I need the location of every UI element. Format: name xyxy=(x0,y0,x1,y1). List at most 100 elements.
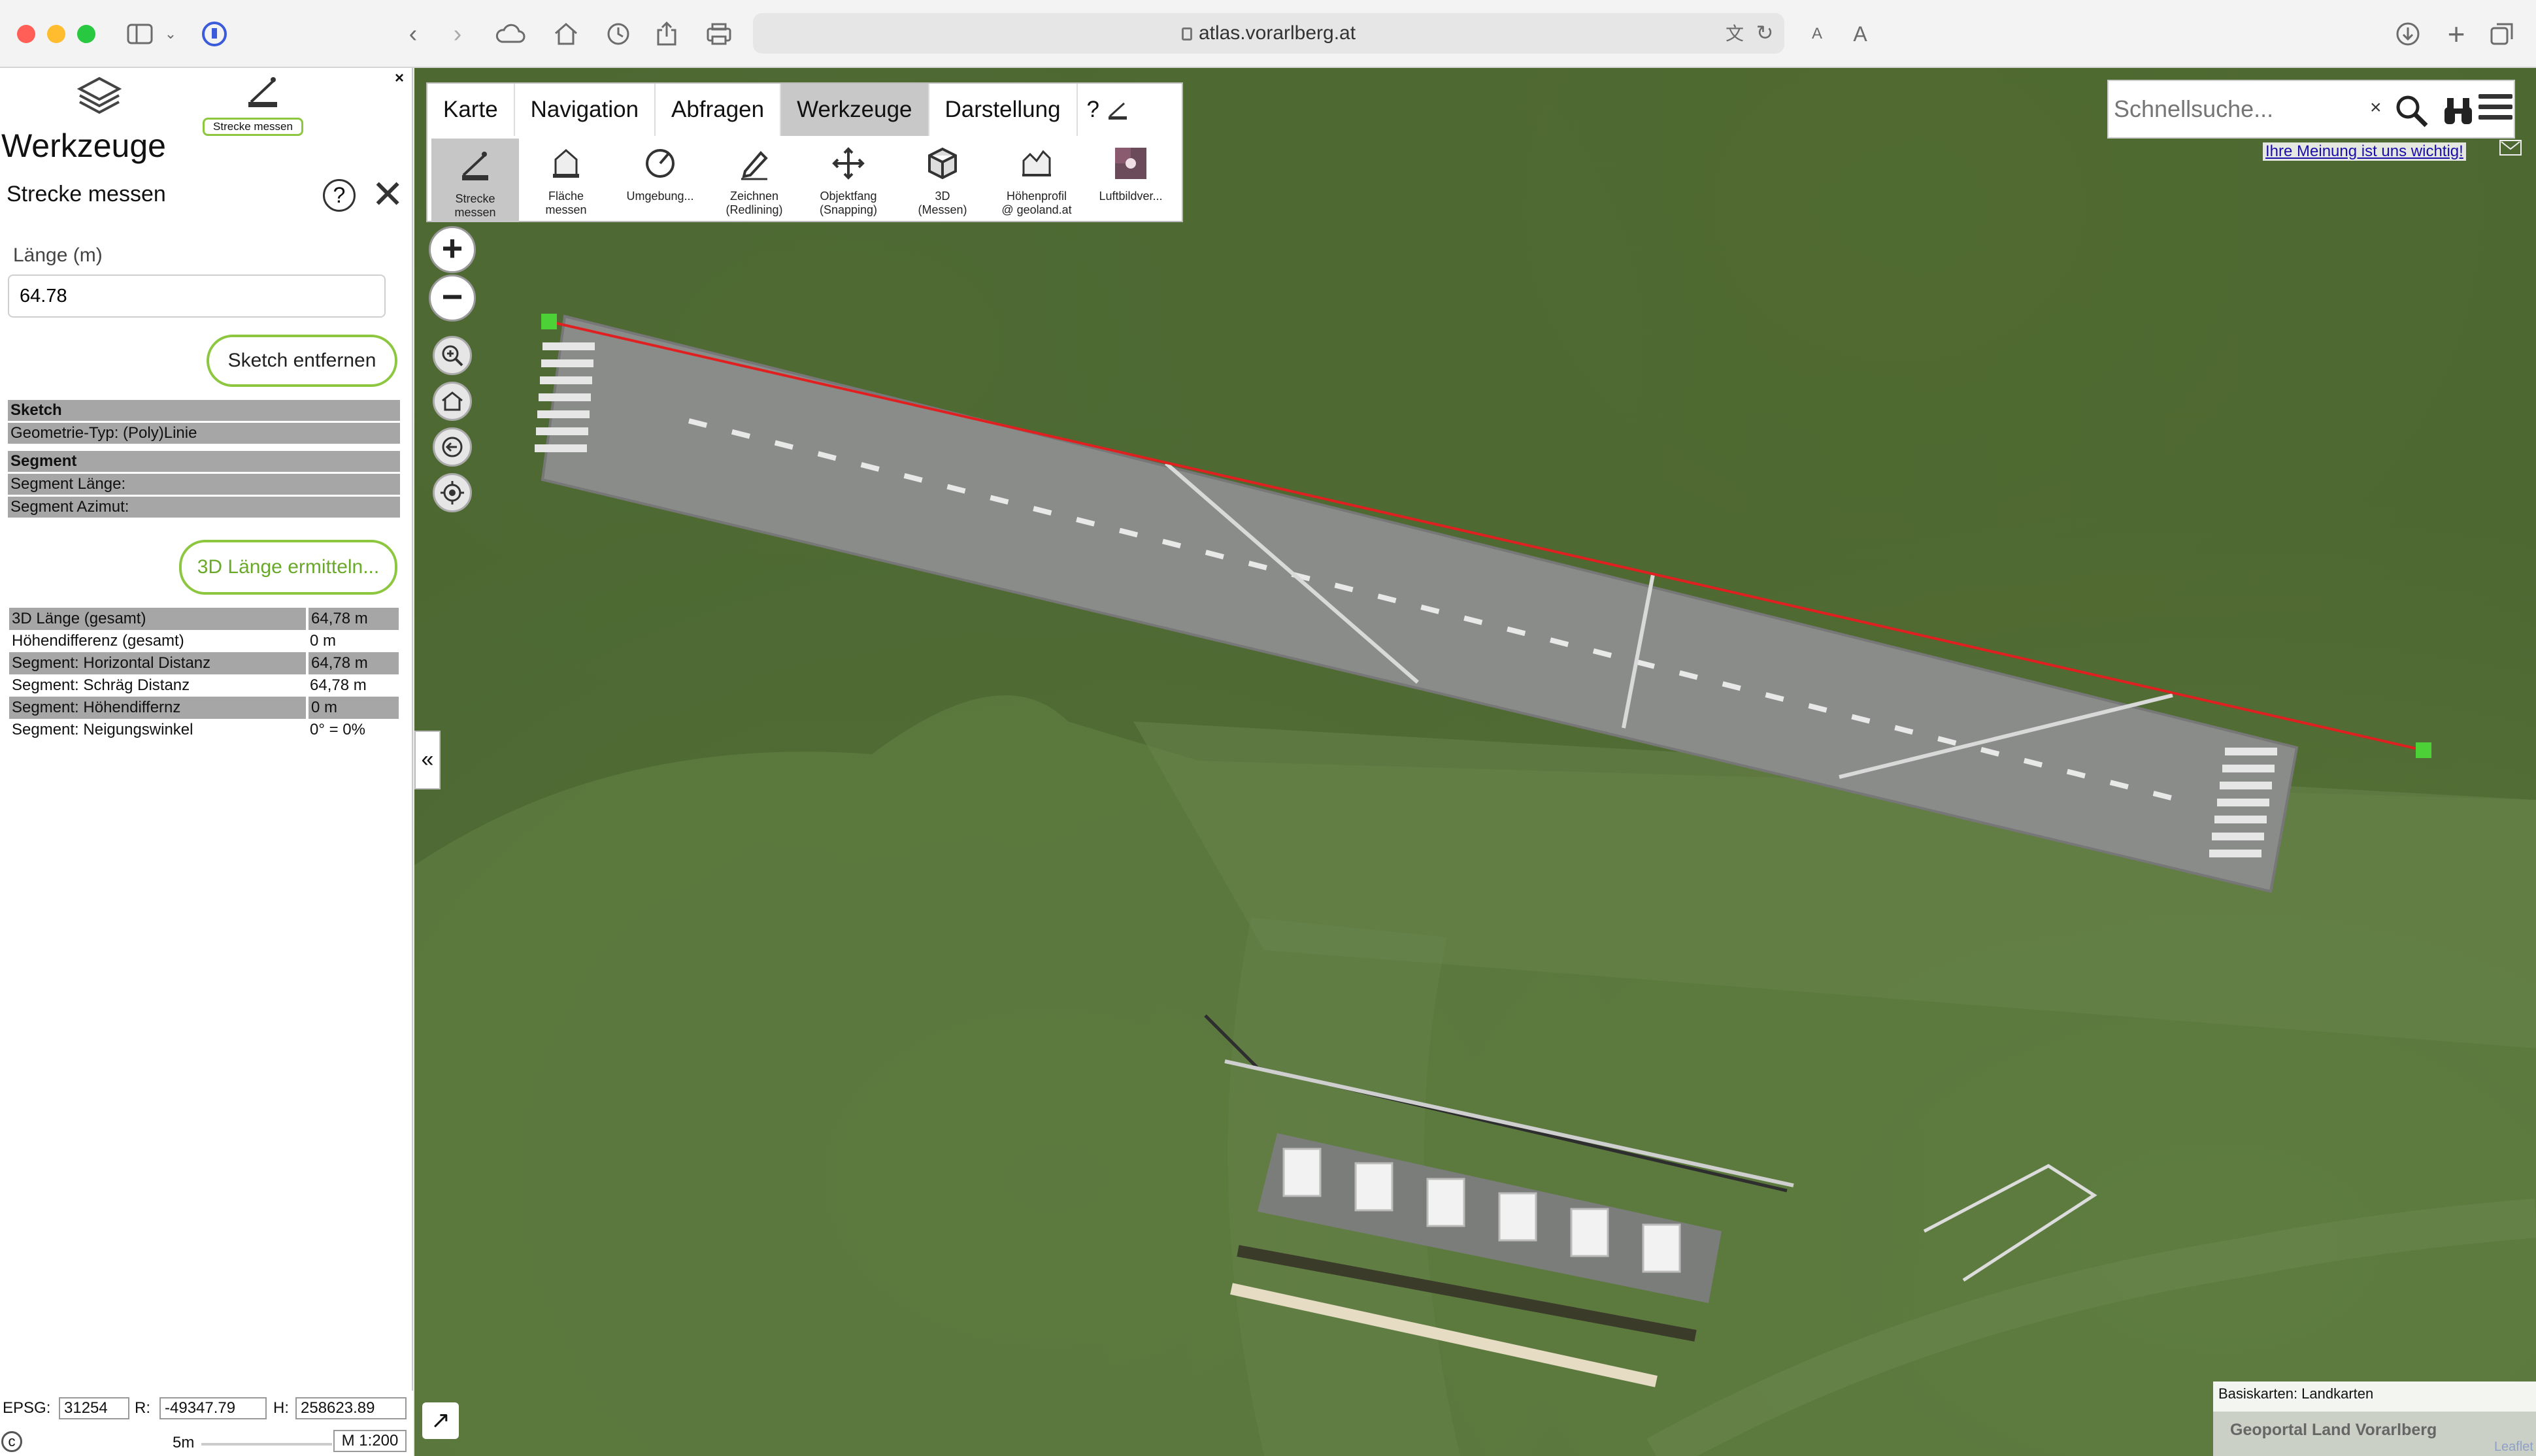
collapse-panel-handle[interactable]: « xyxy=(414,731,441,789)
print-icon[interactable] xyxy=(701,16,737,52)
tool-label: Luftbildver... xyxy=(1099,190,1163,203)
tool-luftbild[interactable]: Luftbildver... xyxy=(1084,136,1178,223)
binoculars-icon[interactable] xyxy=(2442,95,2475,127)
length-3d-button[interactable]: 3D Länge ermitteln... xyxy=(179,540,397,595)
new-tab-icon[interactable]: + xyxy=(2438,16,2475,52)
search-icon[interactable] xyxy=(2394,93,2430,129)
tab-abfragen[interactable]: Abfragen xyxy=(656,84,782,136)
font-larger-icon[interactable]: A xyxy=(1846,16,1875,52)
chevron-down-icon[interactable]: ⌄ xyxy=(161,16,180,52)
tool-label: 3D xyxy=(935,190,950,203)
icloud-icon[interactable] xyxy=(492,16,528,52)
result-value: 0 m xyxy=(306,697,399,719)
result-label: Segment: Schräg Distanz xyxy=(12,676,190,694)
clear-icon[interactable]: × xyxy=(2370,97,2382,119)
measurement-vertex-start[interactable] xyxy=(541,314,557,329)
download-icon[interactable] xyxy=(2390,16,2426,52)
tab-karte[interactable]: Karte xyxy=(427,84,515,136)
tab-overview-icon[interactable] xyxy=(2484,16,2520,52)
snap-icon xyxy=(832,147,865,180)
close-icon[interactable]: ✕ xyxy=(371,175,404,214)
lock-icon xyxy=(1181,27,1192,41)
tool-label: messen xyxy=(454,206,496,219)
window-zoom-button[interactable] xyxy=(77,25,95,43)
mail-icon[interactable] xyxy=(2499,140,2522,156)
layers-icon[interactable] xyxy=(76,73,123,120)
window-minimize-button[interactable] xyxy=(47,25,65,43)
aerial-imagery xyxy=(414,314,2536,1456)
h-label: H: xyxy=(273,1399,289,1417)
zoom-in-button[interactable]: + xyxy=(429,226,476,273)
table-row: Segment: Schräg Distanz 64,78 m xyxy=(9,674,399,697)
search-input[interactable] xyxy=(2114,93,2369,125)
locate-button[interactable] xyxy=(433,473,472,512)
tool-umgebung[interactable]: Umgebung... xyxy=(613,136,707,223)
tool-label: Objektfang xyxy=(820,190,877,203)
zoom-out-button[interactable]: − xyxy=(429,274,476,322)
leaflet-link[interactable]: Leaflet xyxy=(2494,1440,2533,1455)
table-row: Höhendifferenz (gesamt) 0 m xyxy=(9,630,399,652)
translate-icon[interactable]: 文 xyxy=(1720,14,1749,51)
h-value[interactable]: 258623.89 xyxy=(295,1397,407,1419)
measure-mini-icon[interactable] xyxy=(1105,84,1131,136)
tool-hoehenprofil[interactable]: Höhenprofil @ geoland.at xyxy=(990,136,1084,223)
epsg-value[interactable]: 31254 xyxy=(59,1397,129,1419)
reload-icon[interactable]: ↻ xyxy=(1752,14,1778,51)
tool-label: Zeichnen xyxy=(729,190,779,203)
browser-toolbar: ⌄ ‹ › atlas.vorarlberg.at 文 ↻ A A + xyxy=(0,0,2536,68)
window-close-button[interactable] xyxy=(17,25,35,43)
map-view[interactable]: Karte Navigation Abfragen Werkzeuge Dars… xyxy=(414,68,2536,1456)
feedback-link[interactable]: Ihre Meinung ist uns wichtig! xyxy=(2263,142,2466,161)
tool-flaeche-messen[interactable]: Fläche messen xyxy=(519,136,613,223)
results-table: 3D Länge (gesamt) 64,78 m Höhendifferenz … xyxy=(9,608,399,741)
back-icon[interactable]: ‹ xyxy=(400,16,426,52)
sidebar-toggle-icon[interactable] xyxy=(120,16,159,52)
history-icon[interactable] xyxy=(600,16,637,52)
copyright-icon[interactable]: c xyxy=(1,1431,22,1452)
forward-icon[interactable]: › xyxy=(444,16,471,52)
tab-help[interactable]: ? xyxy=(1078,84,1105,136)
active-tool-chip[interactable]: Strecke messen xyxy=(203,73,303,136)
expand-arrow-icon[interactable]: ↗ xyxy=(422,1402,459,1439)
tool-objektfang[interactable]: Objektfang (Snapping) xyxy=(801,136,895,223)
tab-werkzeuge[interactable]: Werkzeuge xyxy=(781,84,929,136)
menu-tabs: Karte Navigation Abfragen Werkzeuge Dars… xyxy=(427,84,1131,136)
tab-navigation[interactable]: Navigation xyxy=(515,84,656,136)
tool-label: Umgebung... xyxy=(626,190,694,203)
measurement-vertex-end[interactable] xyxy=(2416,742,2431,758)
tool-chip-label: Strecke messen xyxy=(203,118,303,136)
hamburger-menu-icon[interactable] xyxy=(2478,94,2512,127)
tool-3d-messen[interactable]: 3D (Messen) xyxy=(895,136,990,223)
result-label: Höhendifferenz (gesamt) xyxy=(12,632,184,650)
tools-ribbon: Strecke messen Fläche messen Umgebung... Z… xyxy=(427,136,1178,223)
r-value[interactable]: -49347.79 xyxy=(159,1397,267,1419)
zoom-box-button[interactable] xyxy=(433,336,472,375)
crosshair-icon xyxy=(441,481,464,505)
result-value: 0 m xyxy=(310,632,337,650)
tool-label: Fläche xyxy=(548,190,584,203)
result-value: 0° = 0% xyxy=(310,721,365,738)
scale-ratio[interactable]: M 1:200 xyxy=(333,1430,407,1452)
help-icon[interactable]: ? xyxy=(323,179,356,212)
font-smaller-icon[interactable]: A xyxy=(1804,16,1830,52)
length-field[interactable] xyxy=(8,274,386,318)
tool-label: (Snapping) xyxy=(819,203,878,216)
sketch-remove-button[interactable]: Sketch entfernen xyxy=(207,335,397,387)
home-extent-button[interactable] xyxy=(433,382,472,421)
tool-zeichnen[interactable]: Zeichnen (Redlining) xyxy=(707,136,801,223)
home-icon[interactable] xyxy=(548,16,584,52)
share-icon[interactable] xyxy=(648,16,685,52)
geometry-type: Geometrie-Typ: (Poly)Linie xyxy=(8,422,400,446)
tool-strecke-messen[interactable]: Strecke messen xyxy=(431,139,519,222)
scale-bar-label: 5m xyxy=(173,1434,195,1451)
privacy-shield-icon[interactable] xyxy=(196,16,233,52)
r-label: R: xyxy=(135,1399,150,1417)
length-label: Länge (m) xyxy=(13,244,103,266)
area-icon xyxy=(553,149,579,178)
result-label: Segment: Höhendiffernz xyxy=(9,697,307,719)
panel-close-icon[interactable]: × xyxy=(395,69,404,88)
basemap-label[interactable]: Basiskarten: Landkarten xyxy=(2218,1385,2373,1402)
address-bar[interactable]: atlas.vorarlberg.at 文 ↻ xyxy=(753,13,1784,54)
previous-extent-button[interactable] xyxy=(433,427,472,467)
tab-darstellung[interactable]: Darstellung xyxy=(929,84,1078,136)
